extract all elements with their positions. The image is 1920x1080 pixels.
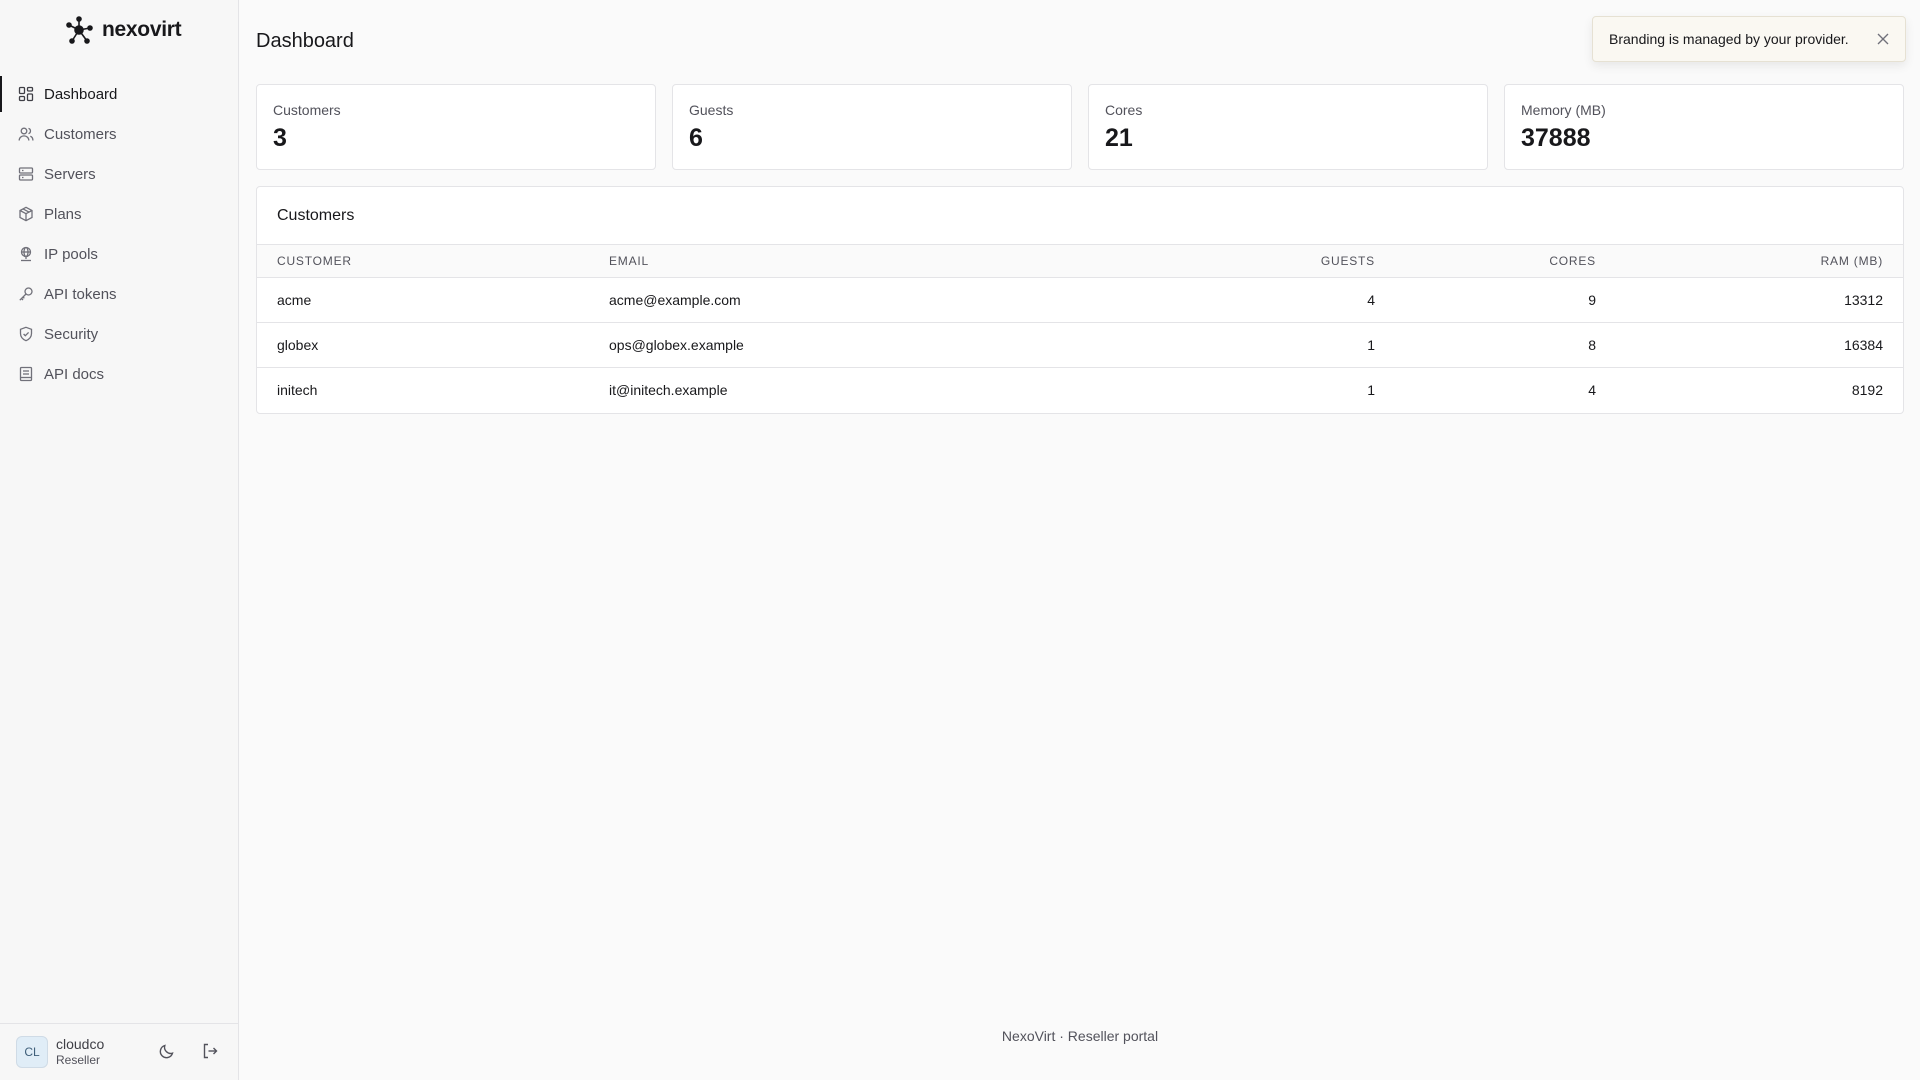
brand-logo[interactable]: nexovirt bbox=[64, 14, 182, 46]
user-name: cloudco bbox=[56, 1036, 105, 1052]
page-title: Dashboard bbox=[256, 30, 354, 52]
server-icon bbox=[18, 166, 34, 182]
cell-ram: 13312 bbox=[1844, 292, 1883, 308]
customers-card-title: Customers bbox=[277, 206, 355, 224]
cell-customer: initech bbox=[257, 367, 589, 413]
table-header-row: CUSTOMER EMAIL GUESTS CORES RAM (MB) bbox=[257, 244, 1903, 278]
user-panel: CL cloudco Reseller bbox=[0, 1023, 238, 1080]
sidebar-item-label: IP pools bbox=[44, 245, 98, 263]
key-icon bbox=[18, 286, 34, 302]
cell-ram: 8192 bbox=[1616, 367, 1903, 413]
sidebar-item-label: Security bbox=[44, 325, 99, 343]
sidebar-item-label: Customers bbox=[44, 125, 117, 143]
stats-row: Customers 3 Guests 6 Cores 21 Memory (MB… bbox=[256, 84, 1904, 170]
cell-cores: 8 bbox=[1395, 322, 1616, 368]
cell-guests: 1 bbox=[1049, 322, 1395, 368]
logout-button[interactable] bbox=[199, 1042, 221, 1064]
stat-value: 21 bbox=[1105, 124, 1133, 152]
stat-label: Cores bbox=[1105, 102, 1143, 118]
user-info: cloudco Reseller bbox=[56, 1036, 104, 1068]
cell-ram: 16384 bbox=[1616, 322, 1903, 368]
shield-icon bbox=[18, 326, 34, 342]
stat-card-cores: Cores 21 bbox=[1088, 84, 1488, 170]
sidebar-item-ip-pools[interactable]: IP pools bbox=[0, 234, 238, 274]
page-footer: NexoVirt · Reseller portal bbox=[1001, 1028, 1159, 1044]
cell-email: ops@globex.example bbox=[589, 322, 1049, 368]
stat-value: 37888 bbox=[1521, 124, 1591, 152]
users-icon bbox=[18, 126, 34, 142]
table-row[interactable]: initech it@initech.example 1 4 8192 bbox=[257, 367, 1903, 413]
cell-cores: 4 bbox=[1395, 367, 1616, 413]
sidebar-nav: Dashboard Customers Servers Plans IP poo… bbox=[0, 74, 238, 394]
column-header-cores: CORES bbox=[1549, 254, 1596, 268]
sidebar-item-api-docs[interactable]: API docs bbox=[0, 354, 238, 394]
stat-value: 3 bbox=[273, 124, 287, 152]
book-icon bbox=[18, 366, 34, 382]
globe-network-icon bbox=[18, 246, 34, 262]
sidebar-item-api-tokens[interactable]: API tokens bbox=[0, 274, 238, 314]
sidebar-item-dashboard[interactable]: Dashboard bbox=[0, 74, 238, 114]
stat-label: Guests bbox=[689, 102, 734, 118]
sidebar-item-label: Plans bbox=[44, 205, 82, 223]
avatar[interactable]: CL bbox=[16, 1036, 48, 1068]
cell-cores: 9 bbox=[1588, 292, 1596, 308]
sidebar-item-label: Dashboard bbox=[44, 85, 118, 103]
toast-message: Branding is managed by your provider. bbox=[1609, 31, 1849, 47]
toast-notification: Branding is managed by your provider. bbox=[1592, 16, 1906, 62]
table-row[interactable]: acme acme@example.com 4 9 13312 bbox=[257, 278, 1903, 323]
stat-card-memory: Memory (MB) 37888 bbox=[1504, 84, 1904, 170]
cell-guests: 1 bbox=[1049, 367, 1395, 413]
column-header-email: EMAIL bbox=[609, 254, 650, 268]
sidebar-item-security[interactable]: Security bbox=[0, 314, 238, 354]
table-row[interactable]: globex ops@globex.example 1 8 16384 bbox=[257, 322, 1903, 368]
nexovirt-logo-icon bbox=[64, 15, 94, 45]
user-role: Reseller bbox=[56, 1053, 101, 1067]
cell-customer: globex bbox=[257, 322, 589, 368]
customers-card: Customers CUSTOMER EMAIL GUESTS CORES RA… bbox=[256, 186, 1904, 414]
column-header-customer: CUSTOMER bbox=[277, 254, 352, 268]
cell-guests: 4 bbox=[1367, 292, 1375, 308]
sidebar-item-label: API docs bbox=[44, 365, 105, 383]
customers-table: CUSTOMER EMAIL GUESTS CORES RAM (MB) acm… bbox=[257, 244, 1903, 413]
sidebar-item-label: API tokens bbox=[44, 285, 117, 303]
brand-name: nexovirt bbox=[102, 18, 182, 41]
stat-label: Customers bbox=[273, 102, 341, 118]
sidebar-item-label: Servers bbox=[44, 165, 96, 183]
package-icon bbox=[18, 206, 34, 222]
stat-label: Memory (MB) bbox=[1521, 102, 1606, 118]
toast-close-button[interactable] bbox=[1875, 32, 1891, 48]
cell-email: acme@example.com bbox=[609, 292, 741, 308]
main-content: Dashboard Customers 3 Guests 6 Cores 21 … bbox=[240, 0, 1920, 1080]
sidebar-item-servers[interactable]: Servers bbox=[0, 154, 238, 194]
logout-icon bbox=[201, 1042, 219, 1065]
moon-icon bbox=[158, 1042, 176, 1065]
stat-card-customers: Customers 3 bbox=[256, 84, 656, 170]
theme-toggle-button[interactable] bbox=[156, 1042, 178, 1064]
sidebar-item-plans[interactable]: Plans bbox=[0, 194, 238, 234]
sidebar: nexovirt Dashboard Customers Servers Pla… bbox=[0, 0, 239, 1080]
sidebar-item-customers[interactable]: Customers bbox=[0, 114, 238, 154]
close-icon bbox=[1877, 32, 1889, 48]
stat-value: 6 bbox=[689, 124, 703, 152]
column-header-guests: GUESTS bbox=[1320, 254, 1375, 268]
column-header-ram: RAM (MB) bbox=[1820, 254, 1883, 268]
stat-card-guests: Guests 6 bbox=[672, 84, 1072, 170]
cell-customer: acme bbox=[277, 292, 312, 308]
dashboard-icon bbox=[18, 86, 34, 102]
cell-email: it@initech.example bbox=[589, 367, 1049, 413]
